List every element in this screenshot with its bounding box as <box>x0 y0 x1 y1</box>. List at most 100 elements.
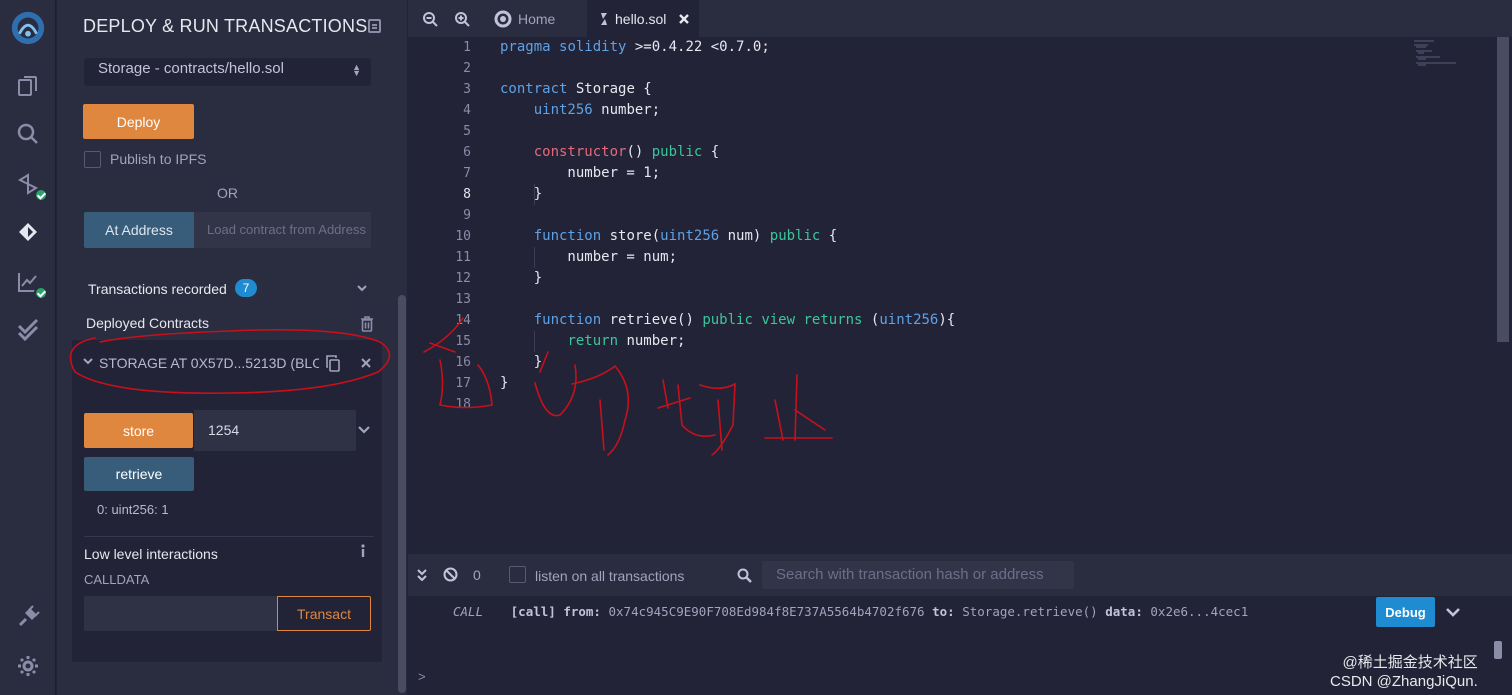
code-line: pragma solidity >=0.4.22 <0.7.0; <box>500 39 770 55</box>
analysis-icon[interactable] <box>14 268 48 300</box>
listen-all-tx-label: listen on all transactions <box>535 568 685 584</box>
or-separator: OR <box>217 185 238 201</box>
deploy-run-icon[interactable] <box>14 218 42 246</box>
panel-scrollbar[interactable] <box>398 295 406 693</box>
code-line: return number; <box>567 333 686 349</box>
line-number: 11 <box>455 250 471 265</box>
retrieve-button[interactable]: retrieve <box>84 457 194 491</box>
code-line: } <box>500 186 543 202</box>
calldata-input[interactable] <box>84 596 277 631</box>
log-call: [call] <box>510 604 556 619</box>
solidity-compiler-icon[interactable] <box>14 170 48 202</box>
call-log-entry[interactable]: CALL [call] from: 0x74c945C9E90F708Ed984… <box>453 604 1248 619</box>
line-number: 14 <box>455 313 471 328</box>
low-level-interactions-label: Low level interactions <box>84 546 218 562</box>
line-number-gutter: 1 2 3 4 5 6 7 8 9 10 11 12 13 14 15 16 17 18 <box>408 37 500 554</box>
panel-title: DEPLOY & RUN TRANSACTIONS <box>83 16 368 36</box>
copy-icon[interactable] <box>325 355 341 372</box>
chevron-down-icon[interactable] <box>357 283 367 293</box>
info-icon[interactable] <box>359 544 367 558</box>
log-data: 0x2e6...4cec1 <box>1150 604 1249 619</box>
console-prompt[interactable]: > <box>418 669 426 684</box>
documentation-icon[interactable] <box>368 19 381 33</box>
editor-tab-bar: Home hello.sol <box>408 0 1512 37</box>
log-to: Storage.retrieve() <box>962 604 1098 619</box>
line-number: 2 <box>463 61 471 76</box>
plugin-manager-icon[interactable] <box>14 603 42 631</box>
log-data-label: data: <box>1105 604 1143 619</box>
minimap[interactable] <box>1404 37 1512 554</box>
watermark: @稀土掘金技术社区 CSDN @ZhangJiQun. <box>1330 653 1478 691</box>
store-button[interactable]: store <box>84 413 193 448</box>
deployed-contracts-label: Deployed Contracts <box>86 315 209 331</box>
pending-tx-count: 0 <box>473 567 481 583</box>
code-line: number = num; <box>500 249 678 265</box>
chevron-down-icon[interactable] <box>1446 607 1460 617</box>
testing-icon[interactable] <box>14 315 42 343</box>
icon-rail <box>0 0 56 695</box>
select-arrows-icon: ▲ ▼ <box>352 62 361 78</box>
code-line: } <box>500 375 509 391</box>
collapse-terminal-icon[interactable] <box>416 569 428 581</box>
line-number: 8 <box>463 187 471 202</box>
line-number: 7 <box>463 166 471 181</box>
watermark-line1: @稀土掘金技术社区 <box>1342 654 1478 671</box>
listen-all-tx-checkbox[interactable] <box>509 566 526 583</box>
code-line: uint256 number; <box>533 102 661 118</box>
tab-home-label: Home <box>518 10 556 27</box>
remix-logo-icon[interactable] <box>8 8 48 48</box>
line-number: 12 <box>455 271 471 286</box>
log-to-label: to: <box>932 604 955 619</box>
zoom-in-icon[interactable] <box>454 11 470 27</box>
tab-hello-sol-label: hello.sol <box>615 10 667 27</box>
solidity-file-icon <box>601 12 607 25</box>
at-address-button[interactable]: At Address <box>84 212 194 248</box>
tab-hello-sol[interactable]: hello.sol <box>587 0 699 37</box>
line-number: 5 <box>463 124 471 139</box>
terminal-scrollbar[interactable] <box>1494 641 1502 659</box>
log-type: CALL <box>453 604 484 619</box>
line-number: 10 <box>455 229 471 244</box>
compiled-check-icon <box>34 188 48 202</box>
chevron-down-icon[interactable] <box>358 425 370 435</box>
line-number: 4 <box>463 103 471 118</box>
code-line: constructor() public { <box>533 144 720 160</box>
clear-console-icon[interactable] <box>443 567 458 582</box>
trash-icon[interactable] <box>360 316 374 332</box>
line-number: 18 <box>455 397 471 412</box>
editor-scrollbar[interactable] <box>1497 37 1509 342</box>
contract-instance-name[interactable]: STORAGE AT 0X57D...5213D (BLOCKCHAIN) <box>99 355 319 371</box>
divider <box>84 536 374 537</box>
transactions-count-badge: 7 <box>235 279 257 297</box>
contract-select[interactable]: Storage - contracts/hello.sol ▲ ▼ <box>84 58 371 86</box>
chevron-down-icon[interactable] <box>83 356 93 366</box>
tx-search-input[interactable]: Search with transaction hash or address <box>762 561 1074 589</box>
debug-button[interactable]: Debug <box>1376 597 1435 627</box>
zoom-out-icon[interactable] <box>422 11 438 27</box>
close-tab-icon[interactable] <box>678 13 690 25</box>
load-address-input[interactable]: Load contract from Address <box>194 212 371 248</box>
store-input[interactable]: 1254 <box>194 410 356 451</box>
publish-ipfs-checkbox[interactable] <box>84 151 101 168</box>
code-editor[interactable]: pragma solidity >=0.4.22 <0.7.0; contrac… <box>500 37 1404 554</box>
line-number: 1 <box>463 40 471 55</box>
log-from: 0x74c945C9E90F708Ed984f8E737A5564b4702f6… <box>608 604 925 619</box>
close-icon[interactable] <box>360 357 372 369</box>
deploy-button[interactable]: Deploy <box>83 104 194 139</box>
watermark-line2: CSDN @ZhangJiQun. <box>1330 673 1478 690</box>
settings-icon[interactable] <box>14 652 42 680</box>
transactions-recorded-label[interactable]: Transactions recorded <box>88 281 227 297</box>
search-icon[interactable] <box>14 120 42 148</box>
tab-home[interactable]: Home <box>486 0 578 37</box>
deploy-run-panel: DEPLOY & RUN TRANSACTIONS Storage - cont… <box>57 0 407 695</box>
line-number: 17 <box>455 376 471 391</box>
code-line: } <box>500 354 543 370</box>
analysis-check-icon <box>34 286 48 300</box>
calldata-label: CALLDATA <box>84 572 150 587</box>
transact-button[interactable]: Transact <box>277 596 371 631</box>
line-number: 9 <box>463 208 471 223</box>
file-explorer-icon[interactable] <box>14 72 42 100</box>
code-line: contract Storage { <box>500 81 652 97</box>
home-icon <box>494 10 512 27</box>
line-number: 6 <box>463 145 471 160</box>
